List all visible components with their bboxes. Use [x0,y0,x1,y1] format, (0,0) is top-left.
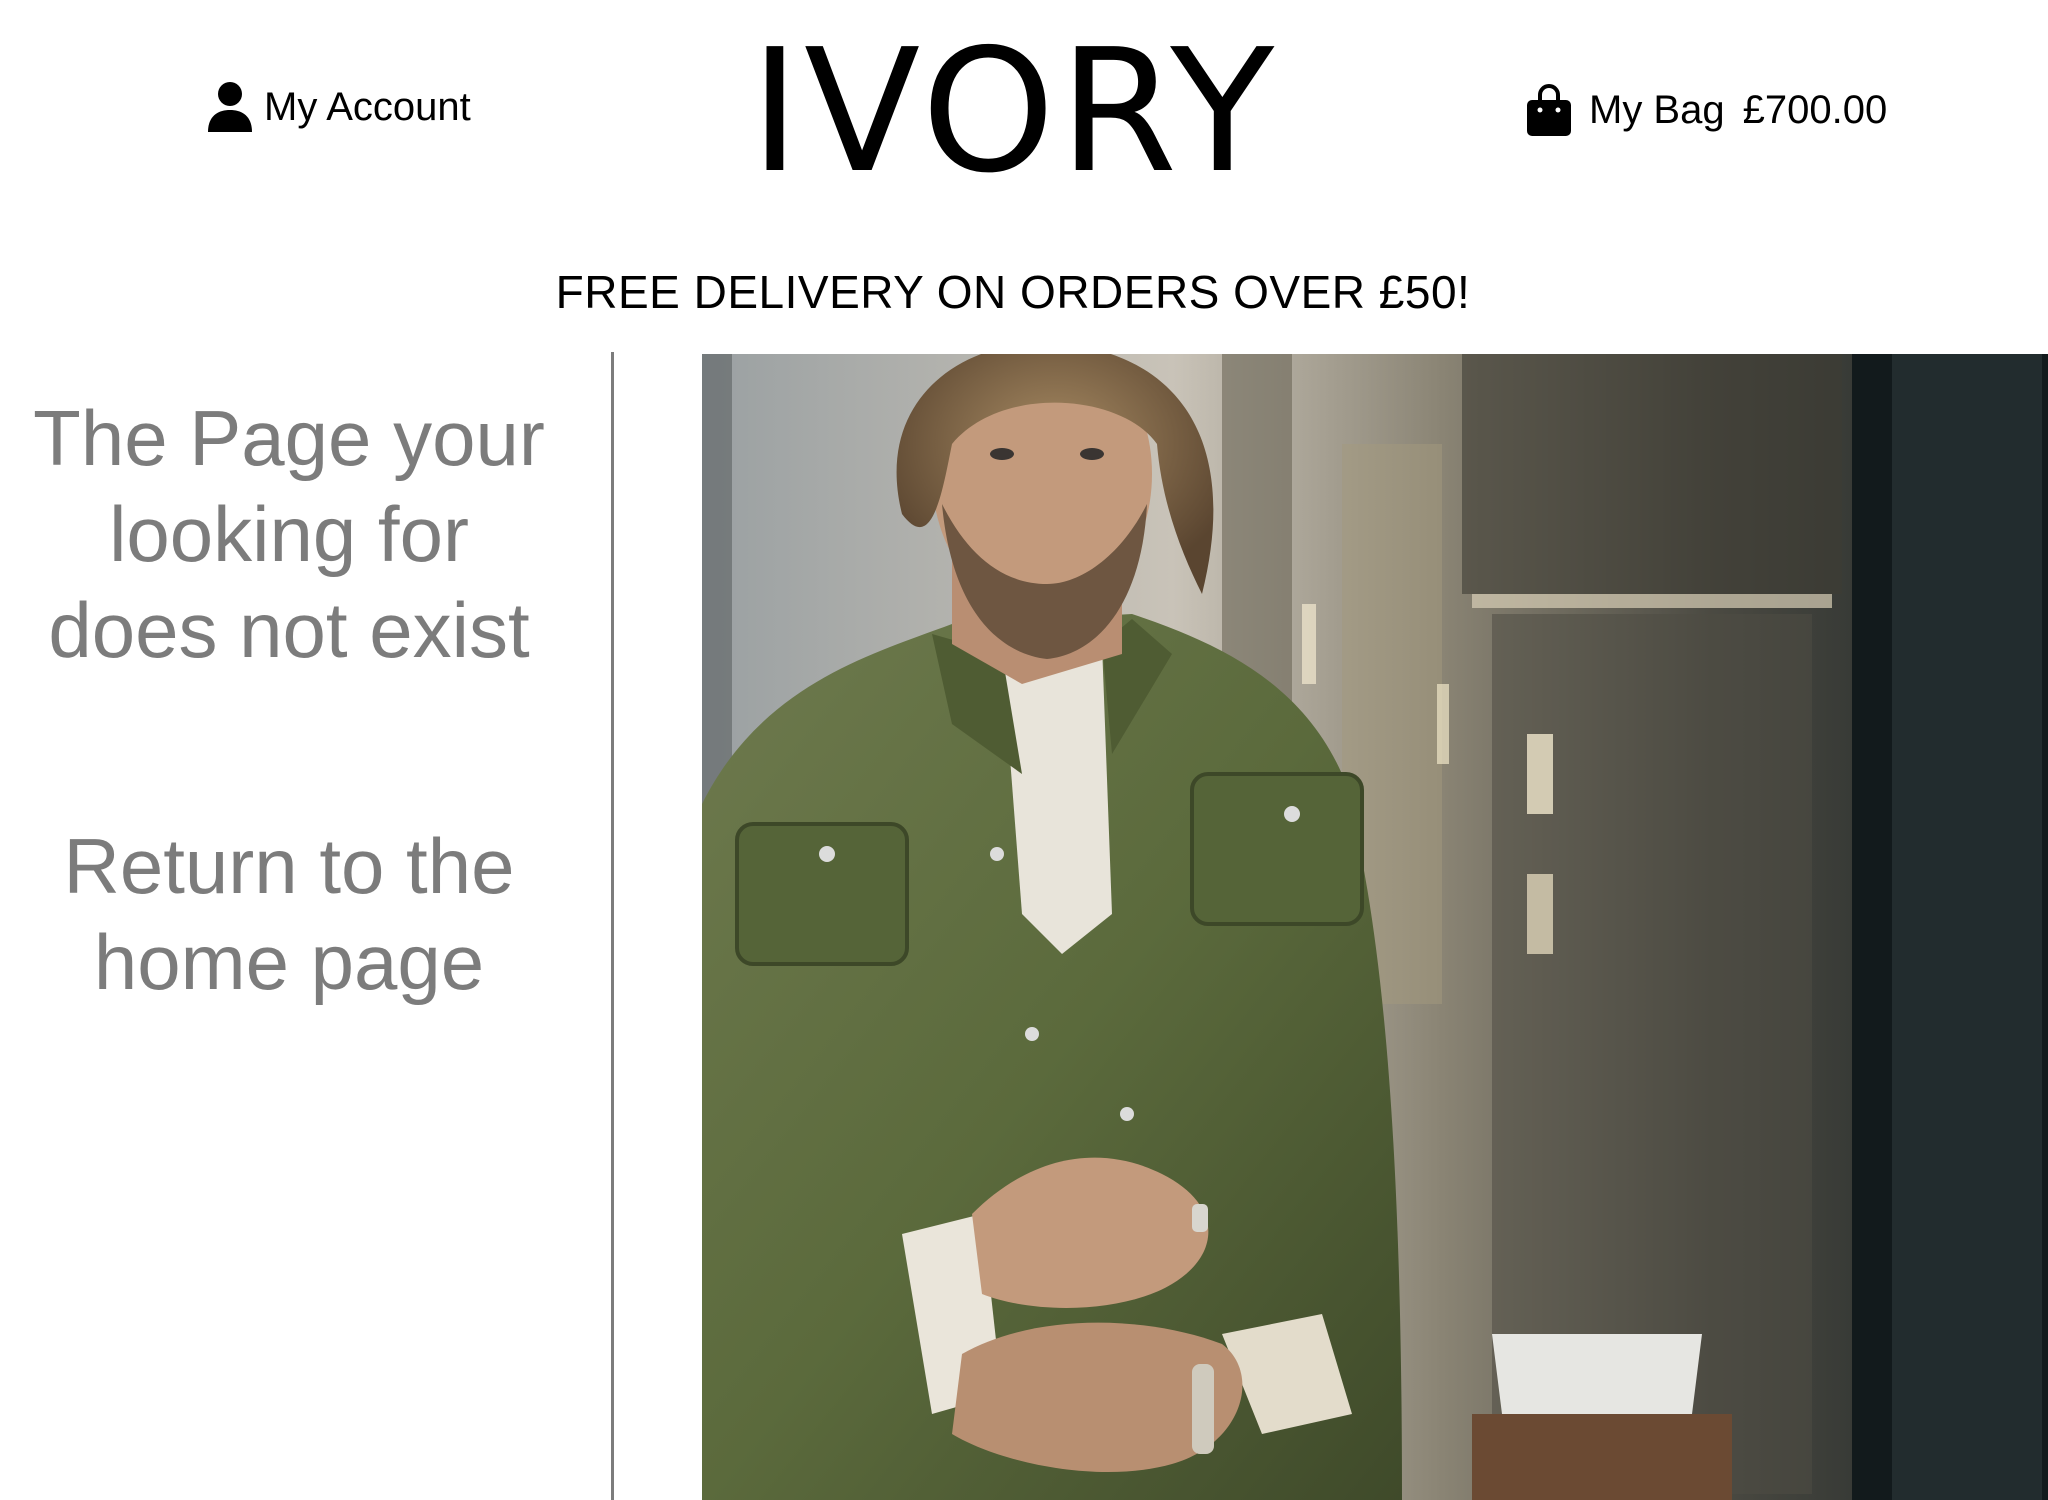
message-line-2: looking for [109,490,469,578]
user-icon [208,82,252,132]
message-line-3: does not exist [48,586,530,674]
hero-photo-man-green-shirt [702,354,2048,1500]
shopping-bag-icon [1527,84,1571,136]
my-bag-link[interactable]: My Bag £700.00 [1525,82,1887,138]
site-logo[interactable]: IVORY [750,12,1278,212]
message-line-1: The Page your [33,394,545,482]
promo-banner: FREE DELIVERY ON ORDERS OVER £50! [0,262,2048,322]
not-found-panel: The Page your looking for does not exist… [0,390,578,1010]
home-link-line-2: home page [93,918,485,1006]
not-found-message: The Page your looking for does not exist [0,390,578,678]
home-link-line-1: Return to the [63,822,515,910]
return-home-link[interactable]: Return to the home page [0,818,578,1010]
site-header: My Account IVORY My Bag £700.00 [0,0,2048,230]
promo-text: FREE DELIVERY ON ORDERS OVER £50! [555,266,1471,318]
my-bag-label: My Bag [1589,88,1725,132]
vertical-divider [611,352,614,1500]
bag-total: £700.00 [1742,88,1888,132]
hero-image [702,354,2048,1500]
my-account-label: My Account [264,85,471,129]
my-account-link[interactable]: My Account [206,80,471,134]
